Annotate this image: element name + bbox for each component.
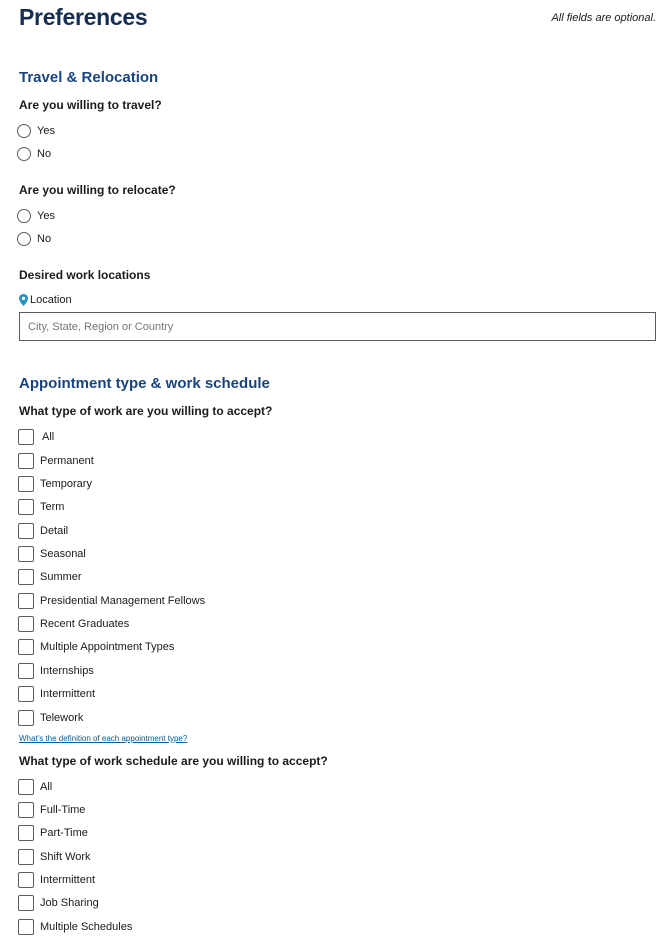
- checkbox-label: Internships: [40, 665, 94, 677]
- checkbox-label: Multiple Schedules: [40, 921, 133, 933]
- checkbox-label: Presidential Management Fellows: [40, 595, 206, 607]
- section-title-travel-relocation: Travel & Relocation: [19, 69, 159, 86]
- radio-label: No: [37, 148, 52, 160]
- radio-label: Yes: [37, 125, 55, 137]
- checkbox[interactable]: [18, 569, 34, 585]
- radio-button[interactable]: [17, 124, 31, 138]
- checkbox[interactable]: [18, 593, 34, 609]
- checkbox-label: Intermittent: [40, 874, 96, 886]
- radio-button[interactable]: [17, 147, 31, 161]
- checkbox-label: Full-Time: [40, 804, 86, 816]
- checkbox-label: Intermittent: [40, 688, 96, 700]
- checkbox-worktype-term[interactable]: Term: [18, 499, 64, 515]
- optional-note: All fields are optional.: [551, 12, 656, 24]
- checkbox-worktype-all[interactable]: All: [18, 429, 54, 445]
- question-relocate: Are you willing to relocate?: [19, 183, 176, 197]
- checkbox-worktype-permanent[interactable]: Permanent: [18, 453, 94, 469]
- checkbox-label: Part-Time: [40, 827, 88, 839]
- question-travel: Are you willing to travel?: [19, 98, 162, 112]
- checkbox[interactable]: [18, 710, 34, 726]
- checkbox-worktype-detail[interactable]: Detail: [18, 523, 68, 539]
- checkbox-worktype-multiple[interactable]: Multiple Appointment Types: [18, 639, 174, 655]
- checkbox-label: Telework: [40, 712, 84, 724]
- checkbox-schedule-intermittent[interactable]: Intermittent: [18, 872, 95, 888]
- location-input[interactable]: [19, 312, 656, 341]
- checkbox-label: Seasonal: [40, 548, 86, 560]
- checkbox[interactable]: [18, 499, 34, 515]
- checkbox[interactable]: [18, 919, 34, 935]
- checkbox[interactable]: [18, 523, 34, 539]
- radio-travel-no[interactable]: No: [17, 146, 51, 162]
- checkbox-label: Temporary: [40, 478, 92, 490]
- appointment-definition-link[interactable]: What's the definition of each appointmen…: [19, 734, 187, 743]
- checkbox[interactable]: [18, 429, 34, 445]
- checkbox[interactable]: [18, 686, 34, 702]
- checkbox[interactable]: [18, 895, 34, 911]
- radio-label: No: [37, 233, 52, 245]
- checkbox-label: Summer: [40, 571, 82, 583]
- location-field-label: Location: [19, 294, 72, 306]
- radio-relocate-yes[interactable]: Yes: [17, 208, 55, 224]
- checkbox[interactable]: [18, 453, 34, 469]
- checkbox-worktype-recent-graduates[interactable]: Recent Graduates: [18, 616, 129, 632]
- checkbox-schedule-all[interactable]: All: [18, 779, 52, 795]
- checkbox-schedule-part-time[interactable]: Part-Time: [18, 825, 88, 841]
- checkbox[interactable]: [18, 663, 34, 679]
- checkbox[interactable]: [18, 639, 34, 655]
- checkbox-label: Shift Work: [40, 851, 91, 863]
- checkbox-label: Term: [40, 501, 65, 513]
- checkbox-worktype-seasonal[interactable]: Seasonal: [18, 546, 86, 562]
- checkbox-label: Permanent: [40, 455, 94, 467]
- checkbox-label: All: [40, 781, 53, 793]
- checkbox[interactable]: [18, 872, 34, 888]
- radio-label: Yes: [37, 210, 55, 222]
- checkbox[interactable]: [18, 616, 34, 632]
- checkbox-label: Job Sharing: [40, 897, 99, 909]
- page-title: Preferences: [19, 4, 148, 30]
- checkbox[interactable]: [18, 546, 34, 562]
- checkbox-label: Multiple Appointment Types: [40, 641, 175, 653]
- checkbox[interactable]: [18, 476, 34, 492]
- checkbox[interactable]: [18, 779, 34, 795]
- checkbox-worktype-telework[interactable]: Telework: [18, 710, 83, 726]
- radio-relocate-no[interactable]: No: [17, 231, 51, 247]
- question-desired-locations: Desired work locations: [19, 268, 151, 282]
- checkbox-schedule-full-time[interactable]: Full-Time: [18, 802, 85, 818]
- checkbox-worktype-temporary[interactable]: Temporary: [18, 476, 92, 492]
- checkbox-schedule-multiple[interactable]: Multiple Schedules: [18, 919, 132, 935]
- checkbox[interactable]: [18, 849, 34, 865]
- radio-travel-yes[interactable]: Yes: [17, 123, 55, 139]
- checkbox-schedule-job-sharing[interactable]: Job Sharing: [18, 895, 99, 911]
- location-label-text: Location: [30, 294, 72, 306]
- radio-button[interactable]: [17, 209, 31, 223]
- checkbox-worktype-internships[interactable]: Internships: [18, 663, 94, 679]
- checkbox-schedule-shift-work[interactable]: Shift Work: [18, 849, 91, 865]
- checkbox[interactable]: [18, 825, 34, 841]
- question-work-schedule: What type of work schedule are you willi…: [19, 754, 328, 768]
- section-title-appointment: Appointment type & work schedule: [19, 375, 270, 392]
- checkbox-worktype-summer[interactable]: Summer: [18, 569, 82, 585]
- checkbox-label: Detail: [40, 525, 69, 537]
- checkbox-label: All: [42, 431, 55, 443]
- map-pin-icon: [19, 294, 28, 306]
- question-work-type: What type of work are you willing to acc…: [19, 404, 273, 418]
- checkbox-worktype-pmf[interactable]: Presidential Management Fellows: [18, 593, 205, 609]
- checkbox-worktype-intermittent[interactable]: Intermittent: [18, 686, 95, 702]
- checkbox[interactable]: [18, 802, 34, 818]
- radio-button[interactable]: [17, 232, 31, 246]
- checkbox-label: Recent Graduates: [40, 618, 130, 630]
